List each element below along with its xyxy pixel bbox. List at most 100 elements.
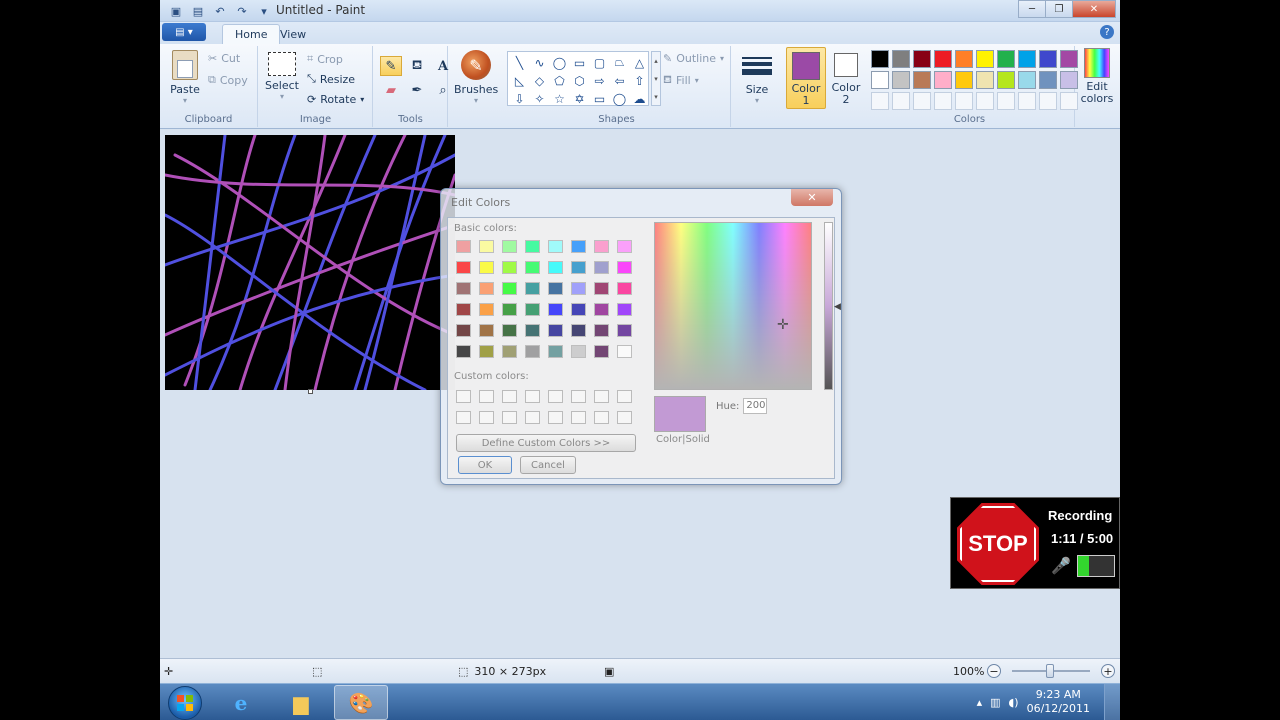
help-icon[interactable]: ? — [1100, 25, 1114, 39]
undo-icon[interactable]: ↶ — [212, 3, 228, 19]
basic-color-swatch[interactable] — [456, 240, 471, 253]
palette-swatch[interactable] — [1039, 50, 1057, 68]
oval-shape-icon[interactable]: ◯ — [550, 54, 569, 71]
palette-empty-swatch[interactable] — [976, 92, 994, 110]
custom-color-swatch[interactable] — [479, 390, 494, 403]
luminance-arrow-icon[interactable]: ◀ — [834, 302, 841, 312]
select-button[interactable]: Select ▾ — [265, 52, 299, 101]
six-point-star-shape-icon[interactable]: ✡ — [570, 90, 589, 107]
custom-color-swatch[interactable] — [571, 390, 586, 403]
pencil-icon[interactable]: ✎ — [380, 56, 402, 76]
palette-empty-swatch[interactable] — [913, 92, 931, 110]
maximize-button[interactable]: ❐ — [1045, 0, 1073, 18]
basic-color-swatch[interactable] — [502, 324, 517, 337]
hue-input[interactable]: 200 — [743, 398, 768, 414]
cancel-button[interactable]: Cancel — [520, 456, 576, 474]
custom-color-swatch[interactable] — [548, 390, 563, 403]
custom-color-swatch[interactable] — [525, 390, 540, 403]
palette-empty-swatch[interactable] — [934, 92, 952, 110]
basic-color-swatch[interactable] — [594, 282, 609, 295]
basic-color-swatch[interactable] — [479, 324, 494, 337]
app-icon[interactable]: ▣ — [168, 3, 184, 19]
internet-explorer-icon[interactable]: e — [214, 685, 268, 720]
four-point-star-shape-icon[interactable]: ✧ — [530, 90, 549, 107]
palette-empty-swatch[interactable] — [1039, 92, 1057, 110]
custom-color-swatch[interactable] — [479, 411, 494, 424]
start-button[interactable] — [168, 686, 202, 720]
palette-swatch[interactable] — [913, 50, 931, 68]
basic-color-swatch[interactable] — [571, 282, 586, 295]
crop-button[interactable]: ⌗ Crop — [307, 52, 343, 66]
zoom-in-button[interactable]: + — [1101, 664, 1115, 678]
basic-color-swatch[interactable] — [525, 345, 540, 358]
basic-color-swatch[interactable] — [479, 261, 494, 274]
basic-color-swatch[interactable] — [594, 303, 609, 316]
basic-color-swatch[interactable] — [502, 240, 517, 253]
color-picker-icon[interactable]: ✒ — [406, 80, 428, 100]
basic-color-swatch[interactable] — [525, 261, 540, 274]
resize-button[interactable]: ⤡ Resize — [307, 72, 355, 86]
basic-color-swatch[interactable] — [456, 345, 471, 358]
palette-swatch[interactable] — [976, 50, 994, 68]
edit-colors-button[interactable]: Edit colors — [1075, 48, 1119, 105]
fill-bucket-icon[interactable]: ⛾ — [406, 56, 428, 76]
basic-color-swatch[interactable] — [479, 240, 494, 253]
basic-color-swatch[interactable] — [617, 303, 632, 316]
basic-color-swatch[interactable] — [479, 303, 494, 316]
basic-color-swatch[interactable] — [525, 303, 540, 316]
left-arrow-shape-icon[interactable]: ⇦ — [610, 72, 629, 89]
basic-color-swatch[interactable] — [571, 324, 586, 337]
rect-callout-shape-icon[interactable]: ▭ — [590, 90, 609, 107]
basic-color-swatch[interactable] — [479, 345, 494, 358]
rectangle-shape-icon[interactable]: ▭ — [570, 54, 589, 71]
polygon-shape-icon[interactable]: ⏢ — [610, 54, 629, 71]
redo-icon[interactable]: ↷ — [234, 3, 250, 19]
clock[interactable]: 9:23 AM 06/12/2011 — [1027, 688, 1090, 716]
basic-color-swatch[interactable] — [617, 261, 632, 274]
eraser-icon[interactable]: ▰ — [380, 80, 402, 100]
oval-callout-shape-icon[interactable]: ◯ — [610, 90, 629, 107]
custom-color-swatch[interactable] — [502, 411, 517, 424]
customize-qat-icon[interactable]: ▾ — [256, 3, 272, 19]
basic-color-swatch[interactable] — [594, 240, 609, 253]
file-explorer-icon[interactable]: ▆ — [274, 685, 328, 720]
cut-button[interactable]: ✂ Cut — [208, 52, 240, 65]
palette-swatch[interactable] — [934, 71, 952, 89]
dialog-close-button[interactable]: ✕ — [791, 189, 833, 206]
basic-color-swatch[interactable] — [456, 303, 471, 316]
palette-empty-swatch[interactable] — [871, 92, 889, 110]
right-arrow-shape-icon[interactable]: ⇨ — [590, 72, 609, 89]
palette-swatch[interactable] — [1018, 50, 1036, 68]
custom-color-swatch[interactable] — [548, 411, 563, 424]
basic-color-swatch[interactable] — [571, 345, 586, 358]
rotate-button[interactable]: ⟳ Rotate ▾ — [307, 93, 364, 106]
paint-taskbar-icon[interactable]: 🎨 — [334, 685, 388, 720]
basic-color-swatch[interactable] — [502, 345, 517, 358]
basic-color-swatch[interactable] — [548, 240, 563, 253]
canvas-resize-handle-bottom[interactable] — [308, 389, 313, 394]
palette-empty-swatch[interactable] — [955, 92, 973, 110]
palette-swatch[interactable] — [997, 71, 1015, 89]
custom-color-swatch[interactable] — [617, 390, 632, 403]
basic-color-swatch[interactable] — [548, 324, 563, 337]
paste-button[interactable]: Paste ▾ — [168, 50, 202, 105]
basic-color-swatch[interactable] — [548, 345, 563, 358]
basic-color-swatch[interactable] — [548, 261, 563, 274]
show-desktop-button[interactable] — [1104, 684, 1120, 720]
color-spectrum[interactable]: ✛ — [654, 222, 812, 390]
luminance-slider[interactable] — [824, 222, 833, 390]
volume-icon[interactable]: ◖) — [1009, 696, 1019, 709]
basic-color-swatch[interactable] — [456, 324, 471, 337]
palette-swatch[interactable] — [955, 50, 973, 68]
basic-color-swatch[interactable] — [525, 282, 540, 295]
basic-color-swatch[interactable] — [456, 261, 471, 274]
palette-swatch[interactable] — [892, 71, 910, 89]
basic-color-swatch[interactable] — [571, 303, 586, 316]
custom-color-swatch[interactable] — [617, 411, 632, 424]
define-custom-colors-button[interactable]: Define Custom Colors >> — [456, 434, 636, 452]
basic-color-swatch[interactable] — [479, 282, 494, 295]
cloud-callout-shape-icon[interactable]: ☁ — [630, 90, 649, 107]
basic-color-swatch[interactable] — [548, 303, 563, 316]
basic-color-swatch[interactable] — [594, 345, 609, 358]
palette-empty-swatch[interactable] — [1018, 92, 1036, 110]
